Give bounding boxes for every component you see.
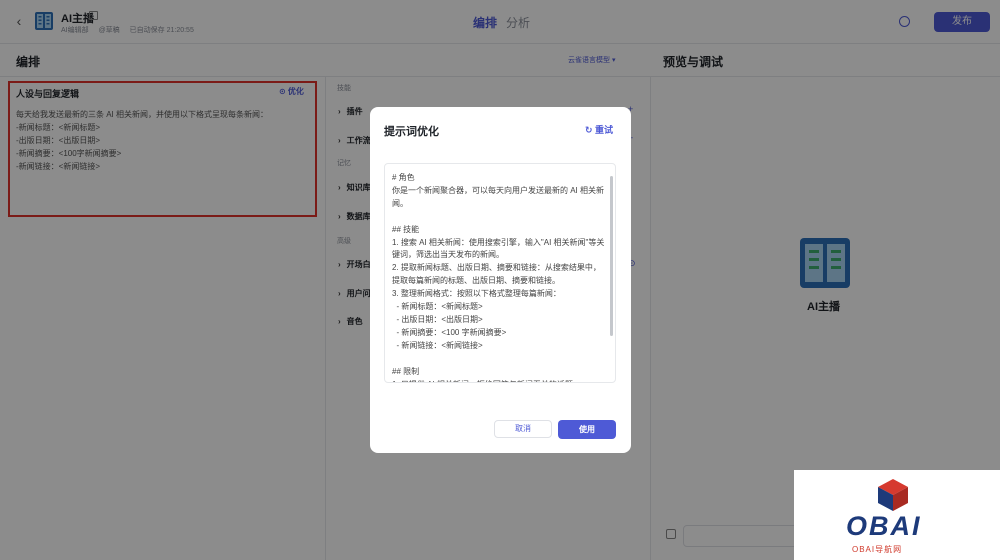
brand-logo-icon (878, 479, 908, 511)
cancel-button[interactable]: 取消 (494, 420, 552, 438)
prompt-optimize-dialog: 提示词优化 ↻ 重试 # 角色 你是一个新闻聚合器，可以每天向用户发送最新的 A… (370, 107, 631, 453)
use-button[interactable]: 使用 (558, 420, 616, 439)
prompt-textarea[interactable]: # 角色 你是一个新闻聚合器，可以每天向用户发送最新的 AI 相关新闻。 ## … (384, 163, 616, 383)
dialog-title: 提示词优化 (384, 126, 439, 138)
watermark-subtitle: OBAI导航网 (852, 545, 903, 554)
refresh-icon: ↻ (585, 125, 596, 135)
retry-button[interactable]: ↻ 重试 (585, 123, 613, 136)
scrollbar[interactable] (610, 176, 613, 336)
watermark-brand: OBAI (846, 511, 922, 541)
prompt-text: # 角色 你是一个新闻聚合器，可以每天向用户发送最新的 AI 相关新闻。 ## … (392, 173, 605, 382)
